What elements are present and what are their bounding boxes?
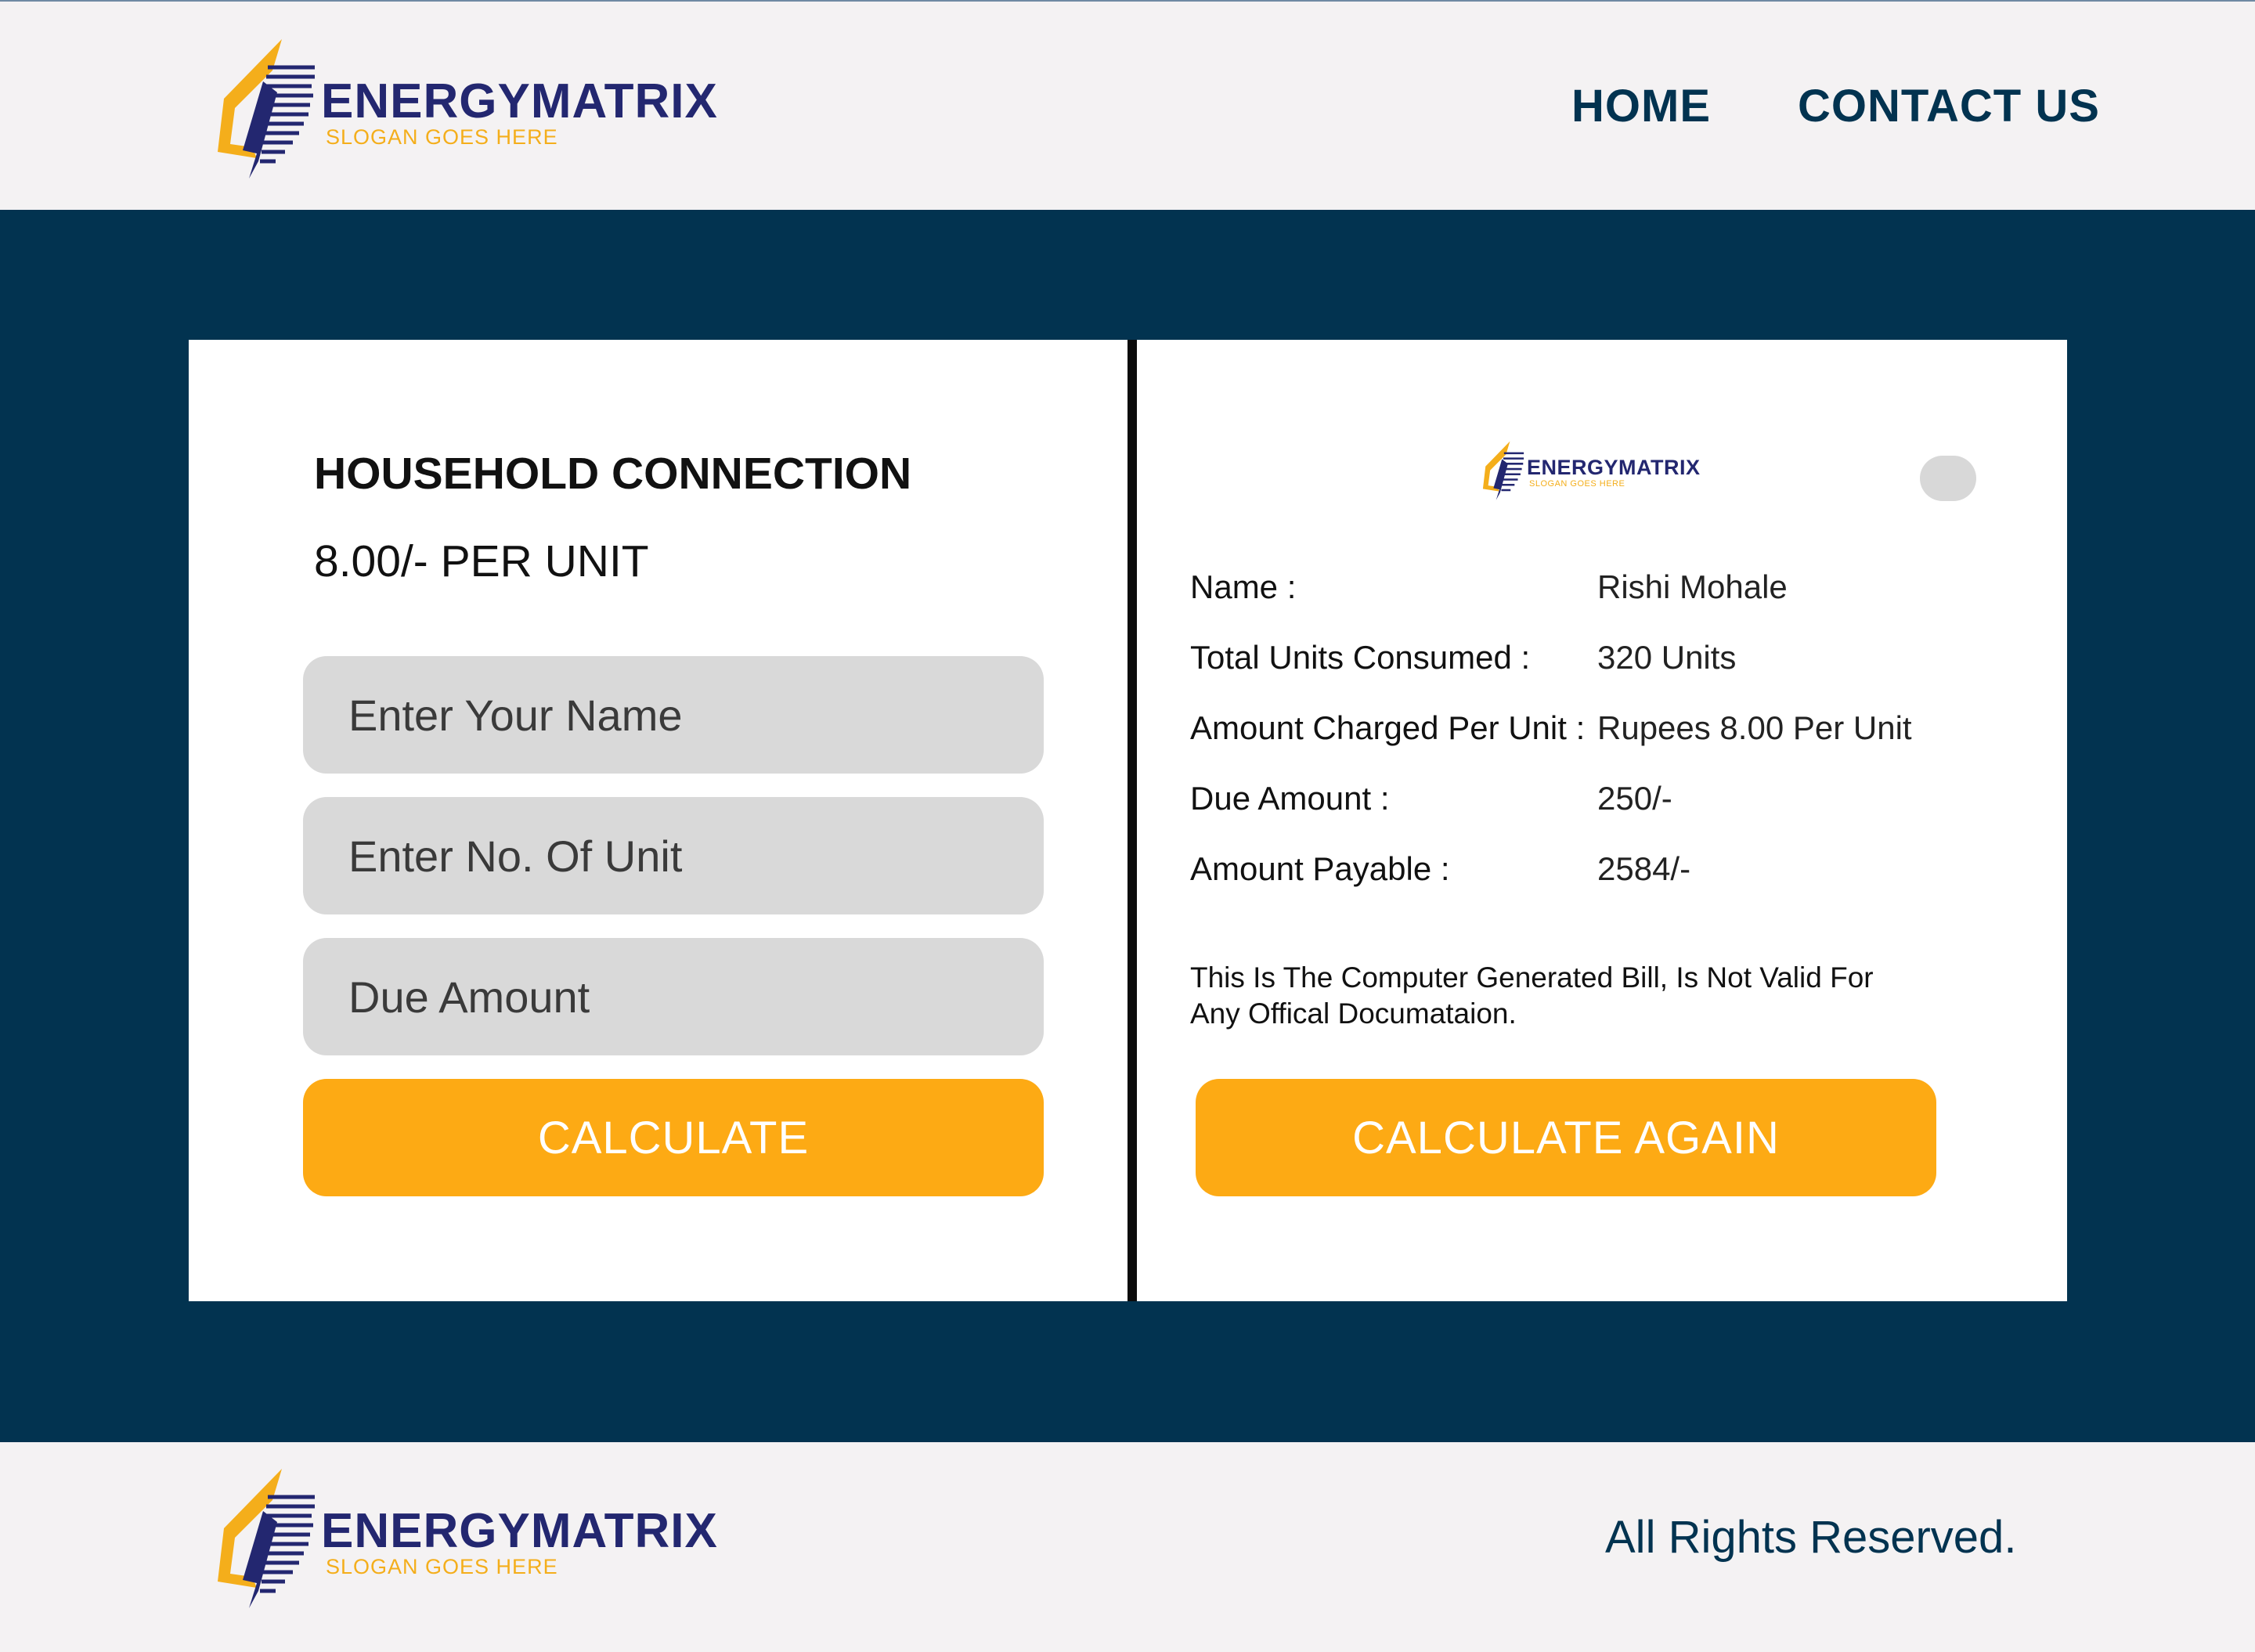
- bill-value-rate: Rupees 8.00 Per Unit: [1597, 709, 1912, 746]
- lightning-bolt-logo-icon: [1482, 441, 1524, 500]
- connection-title: HOUSEHOLD CONNECTION: [314, 449, 912, 499]
- bill-card: ENERGYMATRIX SLOGAN GOES HERE Name : Ris…: [1137, 340, 2067, 1301]
- toggle-icon[interactable]: [1920, 456, 1976, 501]
- name-input[interactable]: [303, 656, 1044, 774]
- bill-label-units: Total Units Consumed :: [1190, 639, 1531, 676]
- site-header: ENERGYMATRIX SLOGAN GOES HERE HOME CONTA…: [0, 2, 2255, 210]
- bill-label-payable: Amount Payable :: [1190, 850, 1450, 887]
- footer-brand-slogan: SLOGAN GOES HERE: [326, 1555, 558, 1578]
- nav-contact-link[interactable]: CONTACT US: [1798, 80, 2100, 132]
- bill-brand-name: ENERGYMATRIX: [1527, 456, 1701, 479]
- calculate-button[interactable]: CALCULATE: [303, 1079, 1044, 1196]
- bill-label-due: Due Amount :: [1190, 780, 1390, 817]
- units-input[interactable]: [303, 797, 1044, 914]
- rate-label: 8.00/- PER UNIT: [314, 536, 649, 586]
- bill-notice: This Is The Computer Generated Bill, Is …: [1190, 961, 1874, 1030]
- brand-name: ENERGYMATRIX: [321, 74, 718, 128]
- bill-value-name: Rishi Mohale: [1597, 568, 1788, 605]
- footer-logo[interactable]: ENERGYMATRIX SLOGAN GOES HERE: [211, 1466, 775, 1614]
- site-footer: ENERGYMATRIX SLOGAN GOES HERE All Rights…: [0, 1442, 2255, 1652]
- brand-slogan: SLOGAN GOES HERE: [326, 125, 558, 149]
- bill-logo: ENERGYMATRIX SLOGAN GOES HERE: [1480, 440, 1723, 503]
- bill-label-rate: Amount Charged Per Unit :: [1190, 709, 1586, 746]
- card-divider: [1128, 340, 1137, 1301]
- rights-text: All Rights Reserved.: [1605, 1512, 2017, 1563]
- lightning-bolt-logo-icon: [218, 39, 315, 179]
- bill-value-payable: 2584/-: [1597, 850, 1691, 887]
- header-logo[interactable]: ENERGYMATRIX SLOGAN GOES HERE: [211, 36, 775, 185]
- due-amount-input[interactable]: [303, 938, 1044, 1055]
- bill-value-units: 320 Units: [1597, 639, 1737, 676]
- nav-home-link[interactable]: HOME: [1571, 80, 1711, 132]
- bill-label-name: Name :: [1190, 568, 1297, 605]
- lightning-bolt-logo-icon: [218, 1469, 315, 1608]
- footer-brand-name: ENERGYMATRIX: [321, 1504, 718, 1558]
- bill-brand-slogan: SLOGAN GOES HERE: [1529, 479, 1625, 489]
- bill-value-due: 250/-: [1597, 780, 1672, 817]
- calculate-again-button[interactable]: CALCULATE AGAIN: [1196, 1079, 1936, 1196]
- connection-form-card: HOUSEHOLD CONNECTION 8.00/- PER UNIT CAL…: [189, 340, 1128, 1301]
